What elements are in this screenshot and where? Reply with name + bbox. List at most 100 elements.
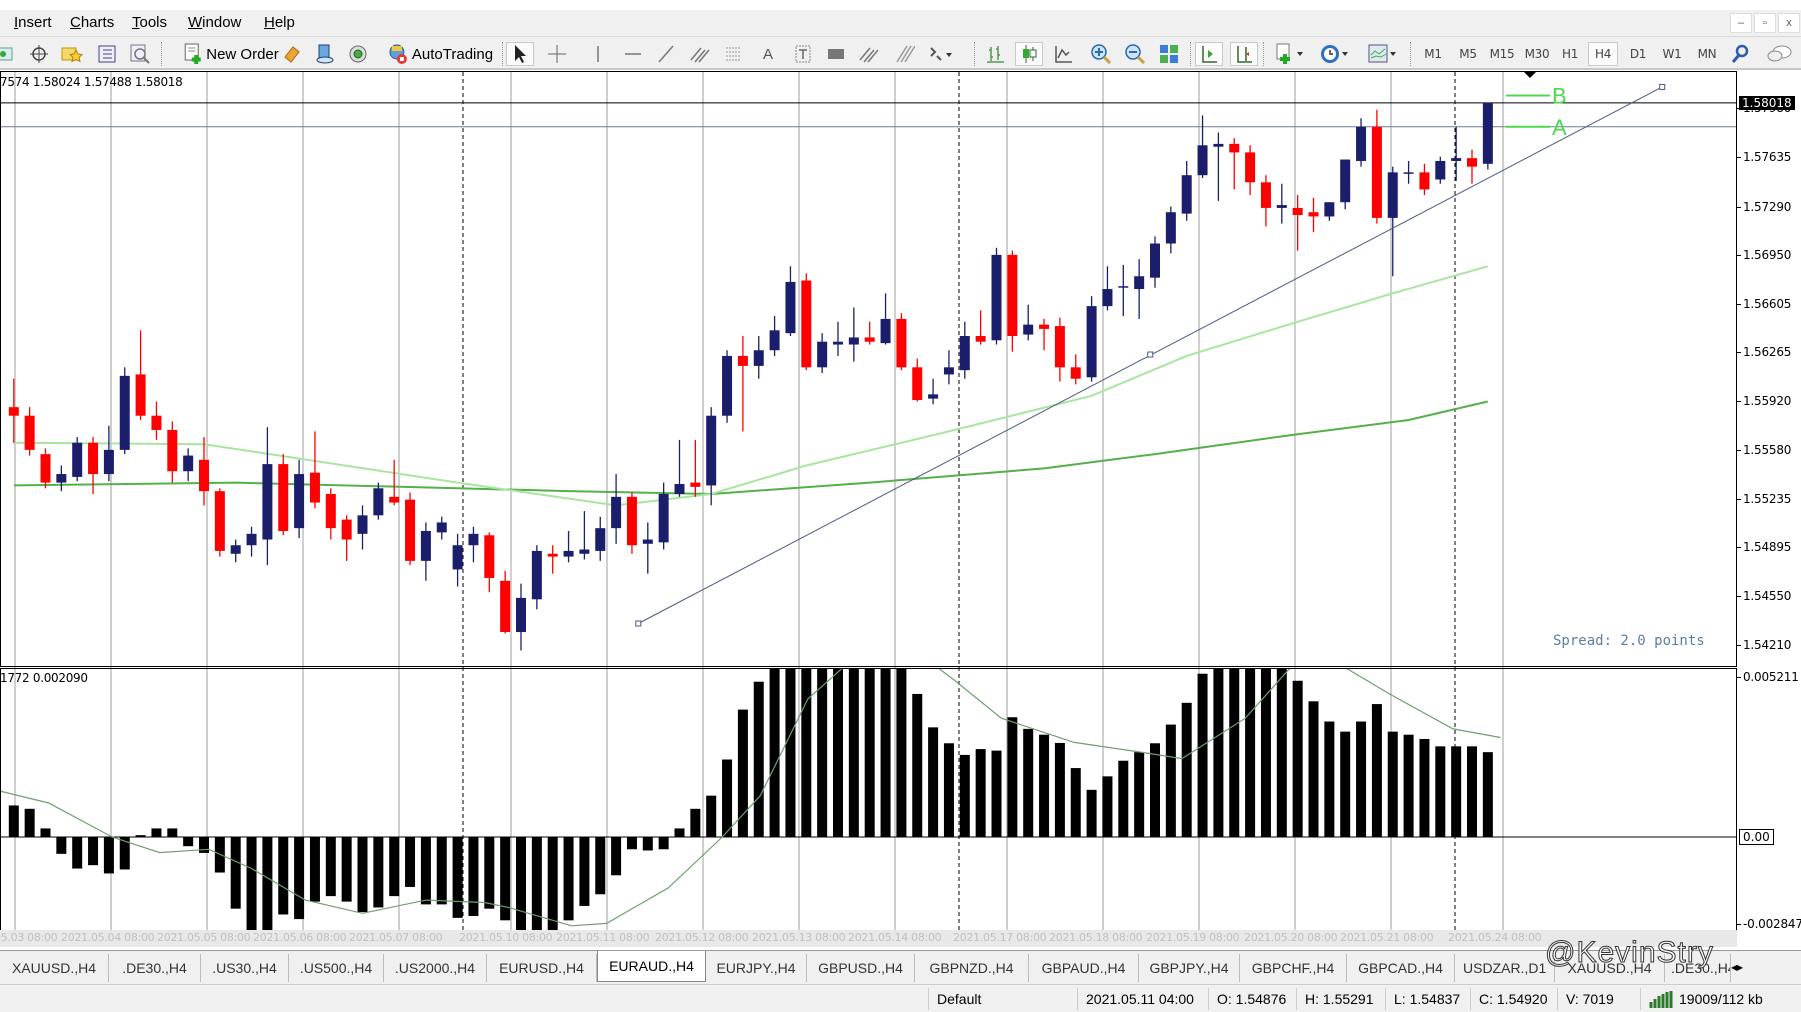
- macd-bar: [928, 727, 939, 837]
- status-open: O: 1.54876: [1208, 988, 1296, 1010]
- candle-bullish: [1356, 126, 1367, 161]
- tab-eurusd-h4[interactable]: EURUSD.,H4: [487, 954, 597, 982]
- tab-euraud-h4[interactable]: EURAUD.,H4: [597, 951, 706, 982]
- candle-bullish: [611, 496, 622, 529]
- candle-bullish: [1340, 159, 1351, 203]
- status-traffic: 19009/112 kb: [1679, 991, 1763, 1007]
- status-profile[interactable]: Default: [928, 988, 1077, 1010]
- tab-eurjpy-h4[interactable]: EURJPY.,H4: [706, 954, 807, 982]
- candle-bullish: [991, 254, 1002, 341]
- candle-bearish: [912, 367, 923, 401]
- macd-bar: [801, 669, 812, 837]
- tab-scroll-arrows[interactable]: ◂▸: [1731, 951, 1761, 983]
- moving-average-slow: [13, 400, 1489, 496]
- macd-info-line: 1772 0.002090: [0, 671, 88, 685]
- macd-axis-label: 0.005211: [1737, 670, 1799, 685]
- candle-bullish: [674, 484, 685, 494]
- price-axis-label: 1.56605: [1736, 296, 1792, 311]
- candle-bullish: [1324, 202, 1335, 217]
- current-price-label: 1.58018: [1739, 95, 1795, 110]
- candle-bearish: [40, 454, 51, 483]
- tab-us500-h4[interactable]: .US500.,H4: [289, 954, 384, 982]
- candle-bullish: [56, 474, 67, 483]
- tab-gbpaud-h4[interactable]: GBPAUD.,H4: [1029, 954, 1139, 982]
- candle-bullish: [294, 474, 305, 529]
- tab-gbpcad-h4[interactable]: GBPCAD.,H4: [1347, 954, 1455, 982]
- candle-bearish: [214, 491, 225, 551]
- candle-bullish: [373, 488, 384, 516]
- candle-bullish: [1102, 289, 1113, 307]
- macd-bar: [1039, 734, 1050, 837]
- tab-us2000-h4[interactable]: .US2000.,H4: [384, 954, 487, 982]
- tab-gbpusd-h4[interactable]: GBPUSD.,H4: [807, 954, 915, 982]
- candle-bullish: [785, 281, 796, 334]
- macd-bar: [769, 669, 780, 837]
- tab-usdzar-d1[interactable]: USDZAR.,D1: [1455, 954, 1555, 982]
- candle-bearish: [1229, 143, 1240, 153]
- price-axis-label: 1.55580: [1736, 442, 1792, 457]
- macd-bar: [1356, 721, 1367, 837]
- tab-us30-h4[interactable]: .US30.,H4: [201, 954, 289, 982]
- macd-bar: [1403, 734, 1414, 837]
- annotation-label-b: B: [1552, 83, 1567, 108]
- macd-bar: [56, 837, 67, 854]
- candle-bearish: [24, 415, 35, 450]
- candle-bullish: [468, 533, 479, 546]
- tab-xauusd-h4[interactable]: XAUUSD.,H4: [0, 954, 109, 982]
- status-high: H: 1.55291: [1296, 988, 1385, 1010]
- candle-bearish: [1054, 326, 1065, 368]
- macd-bar: [389, 837, 400, 897]
- macd-bar: [357, 837, 368, 913]
- time-axis-label: 2021.05.07 08:00: [349, 931, 443, 944]
- candle-bearish: [309, 472, 320, 503]
- macd-bar: [785, 669, 796, 837]
- tab-gbpjpy-h4[interactable]: GBPJPY.,H4: [1139, 954, 1240, 982]
- candle-bearish: [547, 553, 558, 557]
- price-axis-label: 1.56265: [1736, 345, 1792, 360]
- macd-bar: [975, 749, 986, 837]
- candle-bullish: [642, 539, 653, 544]
- tab-gbpchf-h4[interactable]: GBPCHF.,H4: [1240, 954, 1347, 982]
- macd-bar: [262, 837, 273, 930]
- macd-bar: [1292, 680, 1303, 837]
- candle-bullish: [753, 350, 764, 366]
- macd-bar: [896, 669, 907, 837]
- macd-bar: [40, 828, 51, 837]
- macd-bar: [151, 828, 162, 837]
- macd-bar: [484, 837, 495, 909]
- candle-bearish: [341, 519, 352, 540]
- macd-bar: [1197, 673, 1208, 837]
- macd-signal-line: [0, 669, 1501, 927]
- time-axis-label: 2021.05.03 08:00: [0, 931, 58, 944]
- macd-bar: [103, 837, 114, 874]
- candle-bearish: [801, 280, 812, 368]
- time-axis-label: 2021.05.24 08:00: [1448, 931, 1542, 944]
- chart-canvas[interactable]: BA: [0, 0, 1801, 1012]
- price-axis-label: 1.54210: [1736, 637, 1792, 652]
- candle-bullish: [1150, 243, 1160, 278]
- macd-bar: [135, 835, 146, 837]
- price-axis-label: 1.57635: [1736, 150, 1792, 165]
- macd-bar: [1086, 789, 1097, 837]
- candle-bullish: [119, 375, 130, 450]
- macd-bar: [341, 837, 352, 902]
- macd-bar: [167, 828, 178, 837]
- candle-bearish: [88, 442, 99, 475]
- macd-bar: [1165, 724, 1176, 837]
- macd-bar: [959, 754, 970, 837]
- macd-bar: [991, 750, 1002, 837]
- macd-bar: [706, 795, 717, 837]
- macd-bar: [309, 837, 320, 902]
- status-low: L: 1.54837: [1385, 988, 1470, 1010]
- time-axis: 2021.05.03 08:002021.05.04 08:002021.05.…: [0, 930, 1737, 947]
- macd-bar: [246, 837, 257, 930]
- macd-bar: [848, 669, 859, 837]
- tab-de30-h4[interactable]: .DE30.,H4: [109, 954, 201, 982]
- macd-bar: [325, 837, 336, 897]
- macd-bar: [1340, 731, 1351, 837]
- trendline-anchor: [1659, 83, 1666, 90]
- connection-bars-icon: [1649, 991, 1673, 1008]
- candle-bullish: [1197, 145, 1208, 176]
- time-axis-label: 2021.05.05 08:00: [157, 931, 251, 944]
- tab-gbpnzd-h4[interactable]: GBPNZD.,H4: [915, 954, 1029, 982]
